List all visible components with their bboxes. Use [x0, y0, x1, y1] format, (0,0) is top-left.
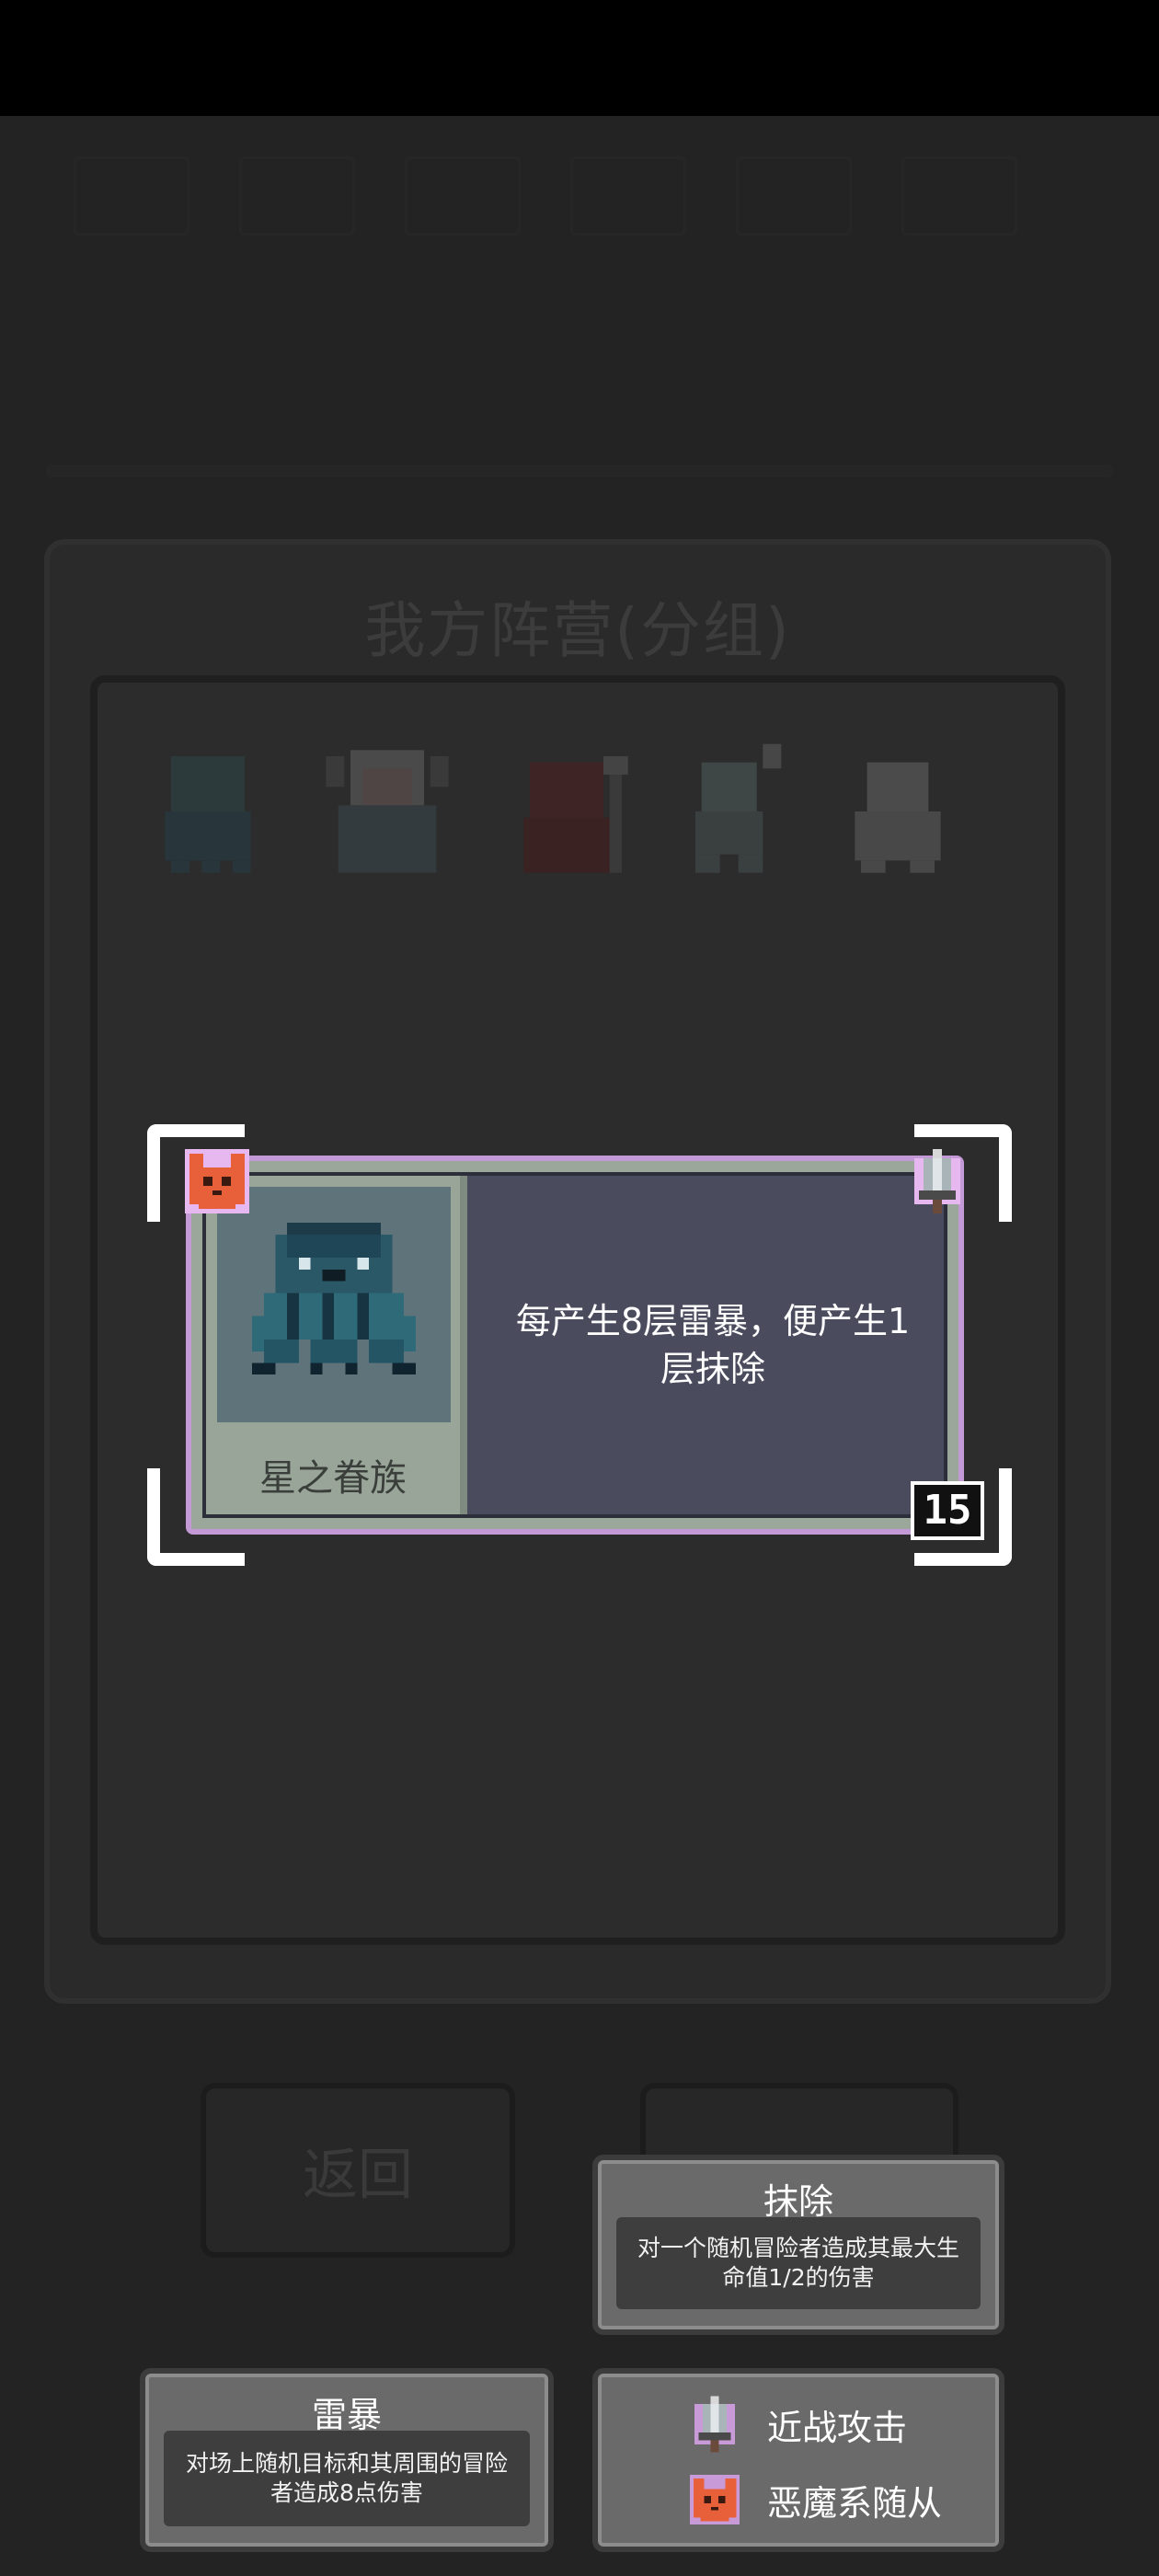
tag-melee: 近战攻击	[686, 2392, 907, 2456]
tag-melee-label: 近战攻击	[767, 2407, 908, 2448]
minion-slot-demon-lady[interactable]	[309, 738, 465, 885]
minion-slot-white-beast[interactable]	[833, 738, 962, 885]
tooltip-thunderstorm-body: 对场上随机目标和其周围的冒险者造成8点伤害	[164, 2431, 530, 2526]
tag-demon: 恶魔系随从	[686, 2467, 942, 2532]
card-body: 星之眷族 每产生8层雷暴，便产生1层抹除	[202, 1172, 947, 1518]
sword-icon	[905, 1144, 970, 1218]
tooltip-tags: 近战攻击 恶魔系随从	[592, 2368, 1004, 2552]
tag-demon-label: 恶魔系随从	[767, 2482, 943, 2524]
dim-header	[0, 138, 1159, 258]
sword-icon	[694, 2396, 735, 2453]
tooltip-erase-body: 对一个随机冒险者造成其最大生命值1/2的伤害	[616, 2217, 981, 2309]
tooltip-thunderstorm-title: 雷暴	[311, 2395, 382, 2435]
minion-level-badge: 15	[911, 1481, 984, 1540]
tooltip-erase: 抹除 对一个随机冒险者造成其最大生命值1/2的伤害	[592, 2155, 1004, 2335]
team-title: 我方阵营(分组)	[364, 595, 791, 666]
card-frame: 星之眷族 每产生8层雷暴，便产生1层抹除	[186, 1156, 964, 1535]
demon-lady-icon	[326, 750, 449, 873]
tooltip-erase-title: 抹除	[763, 2181, 833, 2222]
white-beast-icon	[855, 762, 941, 873]
dim-divider	[46, 465, 1113, 477]
back-button[interactable]: 返回	[201, 2083, 515, 2258]
demon-fox-icon	[689, 2474, 740, 2525]
red-cultist-icon	[523, 756, 628, 873]
portrait-column: 星之眷族	[206, 1176, 467, 1514]
back-button-label: 返回	[303, 2143, 413, 2208]
status-bar	[0, 0, 1159, 116]
star-spawn-icon	[165, 756, 251, 873]
skeleton-icon	[695, 743, 782, 873]
minion-portrait	[217, 1187, 451, 1422]
minion-slot-red-cultist[interactable]	[502, 738, 631, 885]
minion-name: 星之眷族	[259, 1457, 407, 1500]
tooltip-thunderstorm: 雷暴 对场上随机目标和其周围的冒险者造成8点伤害	[140, 2368, 554, 2552]
minion-slot-skeleton[interactable]	[668, 738, 797, 885]
demon-fox-icon	[180, 1144, 254, 1218]
minion-detail-card: 星之眷族 每产生8层雷暴，便产生1层抹除 15	[147, 1124, 1012, 1566]
star-spawn-tentacle-creature-icon	[252, 1223, 416, 1375]
minion-slot-star-spawn[interactable]	[143, 738, 272, 885]
minion-description: 每产生8层雷暴，便产生1层抹除	[515, 1301, 911, 1389]
